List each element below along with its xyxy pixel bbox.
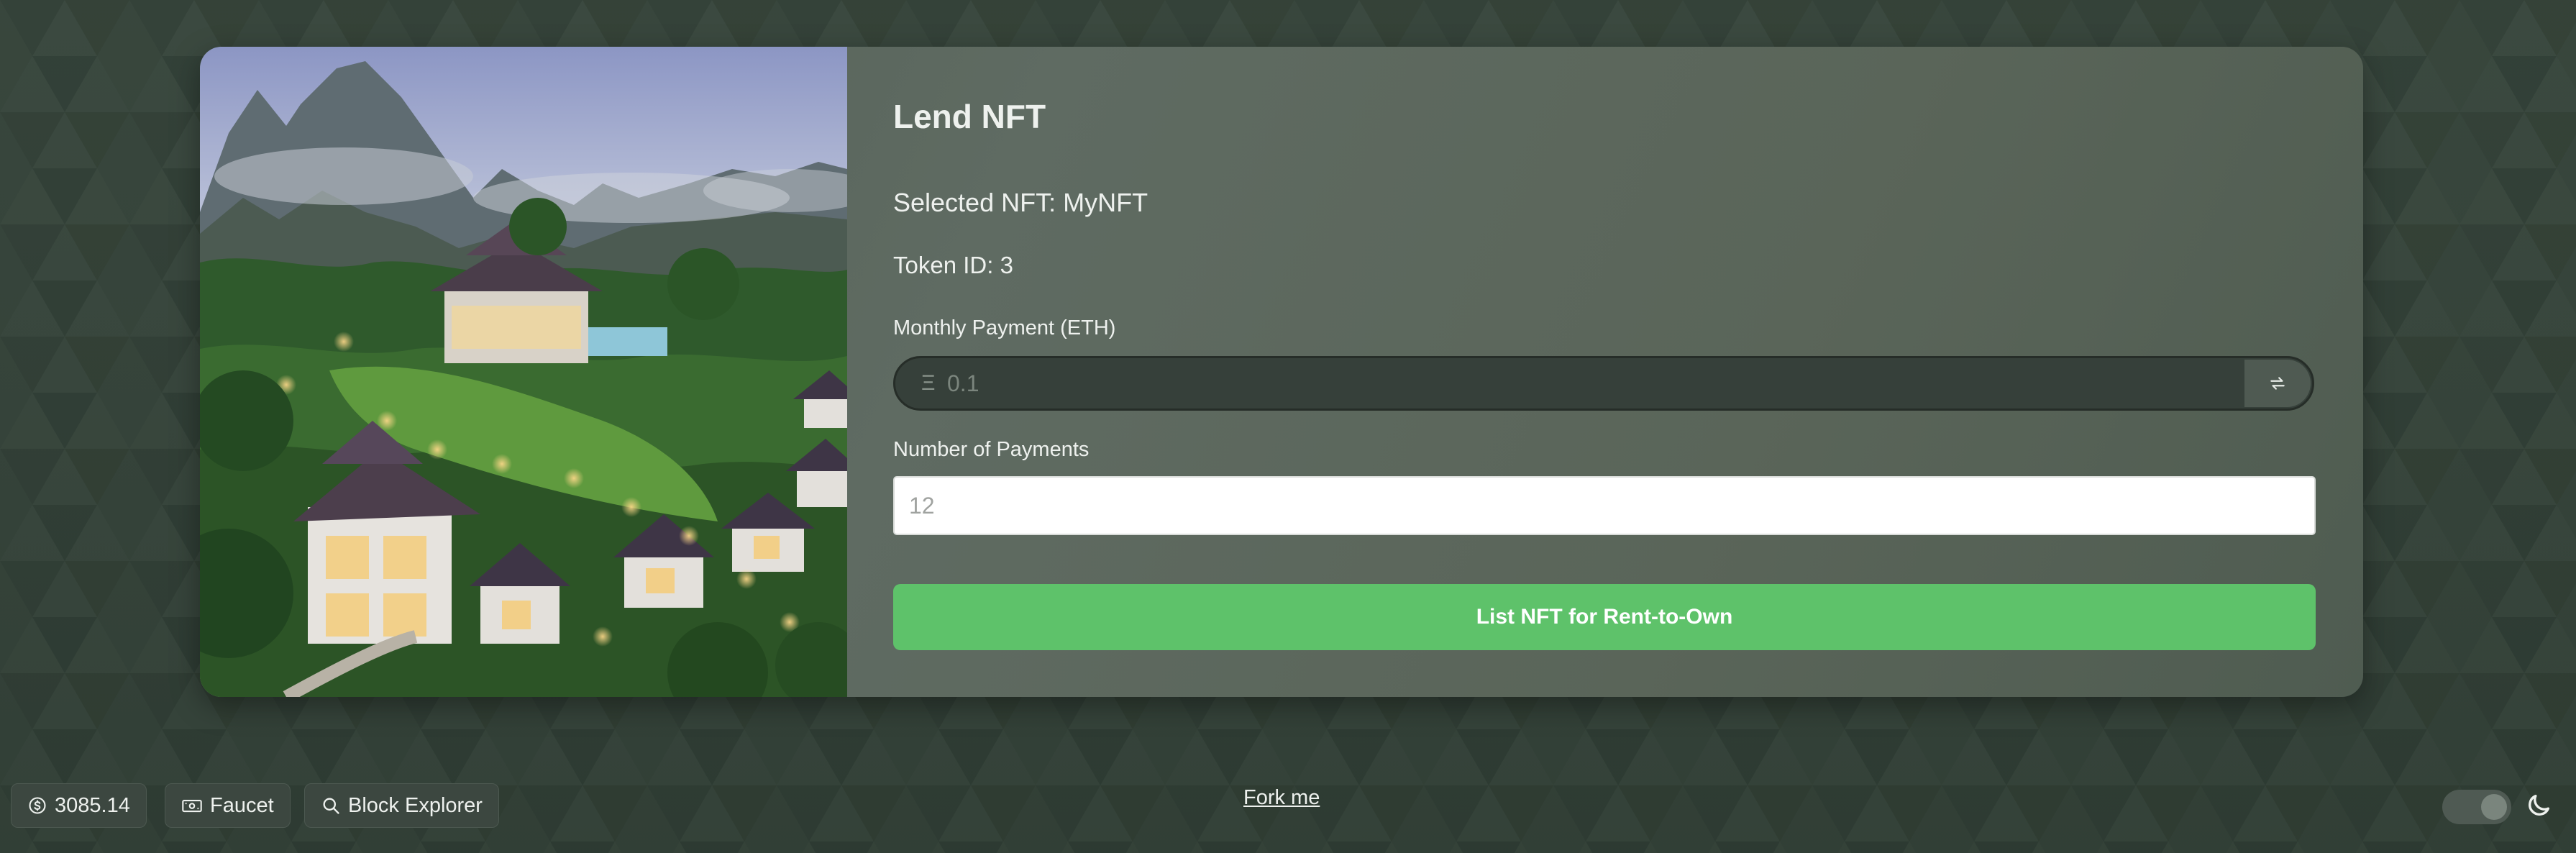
faucet-button[interactable]: Faucet xyxy=(165,783,291,828)
monthly-payment-field: Ξ xyxy=(893,356,2314,411)
lend-form: Lend NFT Selected NFT: MyNFT Token ID: 3… xyxy=(847,47,2363,697)
token-id-text: Token ID: 3 xyxy=(893,252,1013,278)
theme-toggle[interactable] xyxy=(2442,790,2511,824)
monthly-payment-label: Monthly Payment (ETH) xyxy=(893,316,1116,339)
eth-price-button[interactable]: 3085.14 xyxy=(11,783,147,828)
list-nft-button[interactable]: List NFT for Rent-to-Own xyxy=(893,584,2316,650)
currency-swap-button[interactable] xyxy=(2244,360,2311,407)
block-explorer-label: Block Explorer xyxy=(348,793,483,817)
theme-toggle-knob xyxy=(2481,794,2507,820)
fork-me-link[interactable]: Fork me xyxy=(1243,786,1320,810)
monthly-payment-input[interactable] xyxy=(943,361,2244,406)
swap-arrows-icon xyxy=(2270,377,2285,390)
number-of-payments-input[interactable] xyxy=(893,476,2316,535)
page-title: Lend NFT xyxy=(893,98,1046,135)
faucet-label: Faucet xyxy=(210,793,274,817)
nft-property-image xyxy=(200,47,847,697)
moon-icon xyxy=(2529,795,2549,816)
banknote-icon xyxy=(182,800,202,813)
search-icon xyxy=(323,798,339,814)
eth-symbol-icon: Ξ xyxy=(921,371,936,395)
dollar-circle-icon xyxy=(29,797,46,814)
eth-price-label: 3085.14 xyxy=(55,793,130,817)
block-explorer-button[interactable]: Block Explorer xyxy=(304,783,499,828)
number-of-payments-label: Number of Payments xyxy=(893,438,1090,461)
lend-nft-card: Lend NFT Selected NFT: MyNFT Token ID: 3… xyxy=(200,47,2363,697)
selected-nft-text: Selected NFT: MyNFT xyxy=(893,188,1148,217)
